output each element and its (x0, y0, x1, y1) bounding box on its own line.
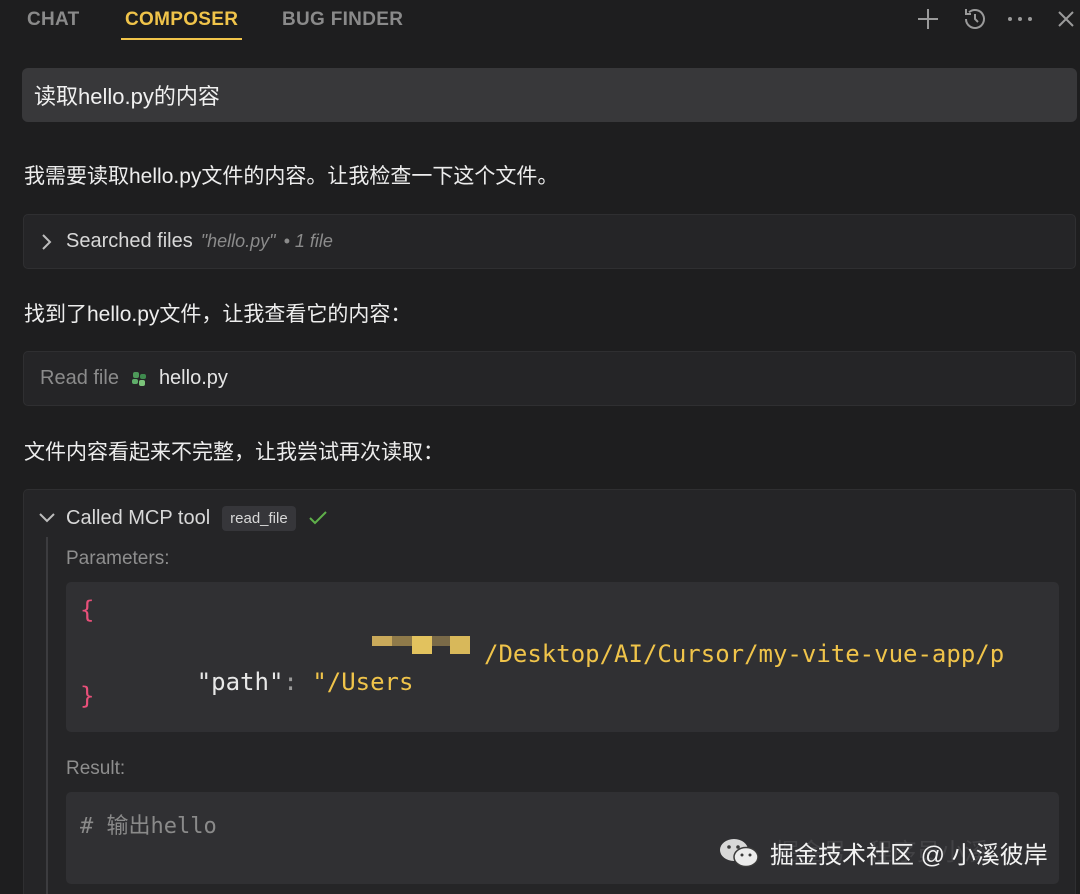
searched-files-block[interactable]: Searched files "hello.py" • 1 file (23, 214, 1076, 269)
result-text: # 输出hello (80, 814, 217, 839)
search-query: "hello.py" (200, 231, 276, 251)
code-close-brace: } (80, 682, 95, 710)
redacted-pixels (372, 636, 470, 654)
tab-chat[interactable]: CHAT (27, 9, 80, 31)
searched-files-label: Searched files (66, 230, 193, 252)
read-file-name[interactable]: hello.py (159, 367, 228, 390)
tab-bug-finder[interactable]: BUG FINDER (282, 9, 403, 31)
user-prompt: 读取hello.py的内容 (22, 68, 1077, 122)
code-open-brace: { (80, 596, 95, 624)
watermark-text: 掘金技术社区 @ 小溪彼岸 (770, 842, 1048, 869)
read-file-block[interactable]: Read file hello.py (23, 351, 1076, 406)
result-label: Result: (66, 758, 126, 779)
python-file-icon (131, 371, 147, 387)
close-icon[interactable] (1052, 5, 1080, 33)
code-path-line: "path": "/Users (110, 640, 414, 724)
mcp-tool-label: Called MCP tool (66, 506, 211, 529)
wechat-icon (718, 836, 760, 870)
tree-guide-line (46, 537, 48, 894)
user-prompt-text: 读取hello.py的内容 (34, 84, 220, 109)
assistant-message: 找到了hello.py文件，让我查看它的内容： (24, 303, 412, 326)
assistant-message: 我需要读取hello.py文件的内容。让我检查一下这个文件。 (24, 165, 559, 188)
code-value-end: /Desktop/AI/Cursor/my-vite-vue-app/p (484, 640, 1005, 668)
mcp-tool-header[interactable]: Called MCP tool read_file (24, 490, 1075, 546)
search-count: • 1 file (283, 231, 333, 251)
top-bar: CHAT COMPOSER BUG FINDER (0, 0, 1080, 42)
tool-name-badge: read_file (222, 505, 296, 531)
read-file-label: Read file (40, 367, 119, 389)
code-colon: : (283, 668, 298, 696)
assistant-message: 文件内容看起来不完整，让我尝试再次读取： (24, 441, 444, 464)
plus-icon[interactable] (914, 5, 942, 33)
chevron-down-icon[interactable] (38, 511, 56, 525)
tab-composer[interactable]: COMPOSER (120, 9, 243, 40)
composer-panel: CHAT COMPOSER BUG FINDER 读取hello.py的内容 我… (0, 0, 1080, 894)
watermark: 掘金技术社区 @ 小溪彼岸 (718, 835, 1048, 870)
history-icon[interactable] (961, 5, 989, 33)
code-key: "path" (196, 668, 284, 696)
check-icon (308, 510, 328, 526)
chevron-right-icon[interactable] (40, 233, 54, 251)
code-value-start: "/Users (312, 668, 414, 696)
more-icon[interactable] (1006, 5, 1034, 33)
parameters-code-block: { "path": "/Users /Desktop/AI/Cursor/my-… (66, 582, 1059, 732)
parameters-label: Parameters: (66, 548, 170, 569)
